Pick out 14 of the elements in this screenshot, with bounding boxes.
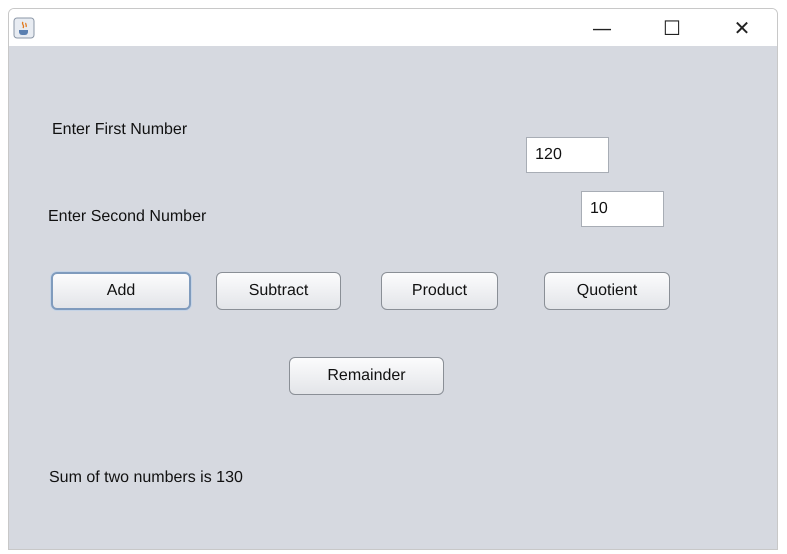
action-button[interactable]: Add <box>51 272 191 310</box>
java-cup-icon <box>13 16 35 38</box>
maximize-button[interactable]: ☐ <box>637 16 707 40</box>
action-button[interactable]: Product <box>381 272 498 310</box>
input-field[interactable]: 120 <box>526 137 610 173</box>
field-label: Enter Second Number <box>48 208 208 226</box>
minimize-button[interactable]: — <box>567 16 637 40</box>
input-field[interactable]: 10 <box>581 191 664 227</box>
action-button[interactable]: Quotient <box>544 272 670 310</box>
action-button[interactable]: Subtract <box>216 272 341 310</box>
action-button[interactable]: Remainder <box>289 357 444 395</box>
field-label: Enter First Number <box>52 121 188 139</box>
result-text: Sum of two numbers is 130 <box>49 469 243 487</box>
close-button[interactable]: ✕ <box>707 16 777 40</box>
